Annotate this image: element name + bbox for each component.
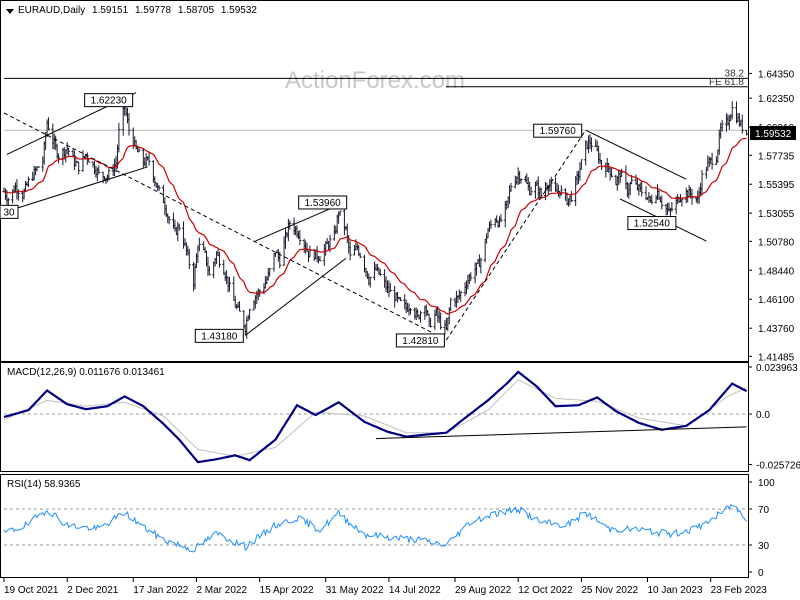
date-axis-labels: 19 Oct 2021 2 Dec 2021 17 Jan 2022 2 Mar 20… [3,578,768,596]
macd-title: MACD(12,26,9) 0.011676 0.013461 [7,367,165,378]
last-price-tag-text: 1.59532 [755,129,792,140]
price-label-text: 1.43180 [201,331,238,342]
price-header: EURAUD,Daily 1.59151 1.59778 1.58705 1.5… [18,5,261,16]
price-label-box: 1.59760 [533,123,583,138]
macd-axis-label: -0.025726 [756,461,800,472]
price-label-box: 1.53960 [298,195,348,210]
price-label-text: 30 [3,207,15,218]
price-bar [745,129,749,136]
fib-level-label: FE 61.8 [709,77,744,88]
price-label-text: 1.62230 [91,96,128,107]
rsi-chart[interactable]: 100 70 30 0 [0,474,800,578]
price-label-text: 1.52540 [634,219,671,230]
trendline [6,166,148,212]
trendline [585,129,687,180]
date-axis-label: 10 Jan 2023 [647,585,702,596]
rsi-axis-label: 100 [758,478,775,489]
rsi-title: RSI(14) 58.9365 [7,479,81,490]
price-label-box: 1.42810 [395,333,445,348]
macd-axis-label: 0.0 [756,410,770,421]
date-axis-label: 25 Nov 2022 [581,585,638,596]
price-axis-label: 1.62350 [758,94,795,105]
price-axis-label: 1.43760 [758,324,795,335]
macd-pane[interactable]: 0.023963 0.0 -0.025726 MACD(12,26,9) 0.011… [0,362,800,472]
date-axis-label: 15 Apr 2022 [260,585,314,596]
price-axis-label: 1.64350 [758,69,795,80]
price-label-box: 1.43180 [194,328,244,343]
price-bar [77,161,81,175]
price-label-text: 1.59760 [540,126,577,137]
rsi-axis-label: 70 [758,505,770,516]
collapse-triangle-icon[interactable] [6,9,14,14]
macd-axis-label: 0.023963 [756,363,798,374]
macd-chart[interactable]: 0.023963 0.0 -0.025726 [0,362,800,472]
low-value: 1.58705 [177,5,215,16]
rsi-pane[interactable]: 100 70 30 0 RSI(14) 58.9365 [0,474,800,578]
date-axis-label: 31 May 2022 [326,585,384,596]
price-label-box: 30 [0,204,19,219]
date-axis-label: 12 Oct 2022 [518,585,573,596]
price-axis-label: 1.55395 [758,180,795,191]
date-axis-label: 17 Jan 2022 [133,585,188,596]
date-axis-label: 29 Aug 2022 [455,585,512,596]
rsi-axis-label: 30 [758,541,770,552]
high-value: 1.59778 [134,5,172,16]
date-axis-label: 2 Dec 2021 [67,585,119,596]
price-axis-label: 1.41485 [758,352,795,362]
price-axis-label: 1.57735 [758,151,795,162]
price-label-box: 1.52540 [627,216,677,231]
price-pane[interactable]: ActionForex.com1.643501.623501.600101.57… [0,0,800,362]
price-label-text: 1.53960 [305,198,342,209]
symbol-label: EURAUD,Daily [18,5,86,16]
date-axis-label: 19 Oct 2021 [4,585,59,596]
dashed-trendline [445,129,587,341]
price-axis-label: 1.46100 [758,295,795,306]
price-axis-label: 1.50780 [758,237,795,248]
price-chart[interactable]: ActionForex.com1.643501.623501.600101.57… [0,0,800,362]
macd-signal-line [3,379,747,457]
date-axis-label: 14 Jul 2022 [389,585,441,596]
price-bar [117,122,121,153]
price-axis-label: 1.48440 [758,266,795,277]
rsi-axis-label: 0 [758,568,764,578]
dashed-trendline [3,112,447,341]
price-bar [730,101,734,120]
date-axis-label: 2 Mar 2022 [196,585,247,596]
date-axis: 19 Oct 2021 2 Dec 2021 17 Jan 2022 2 Mar 20… [0,578,800,600]
price-label-box: 1.62230 [84,93,134,108]
trendline [244,257,347,336]
price-label-text: 1.42810 [402,336,439,347]
pane-frame [0,474,749,578]
watermark-text: ActionForex.com [285,67,465,94]
last-price-tag: 1.59532 [750,126,796,141]
price-bar [147,151,151,166]
open-value: 1.59151 [92,5,129,16]
price-bar [559,185,563,196]
date-axis-label: 23 Feb 2023 [711,585,768,596]
close-value: 1.59532 [220,5,257,16]
price-axis-label: 1.53055 [758,209,795,220]
